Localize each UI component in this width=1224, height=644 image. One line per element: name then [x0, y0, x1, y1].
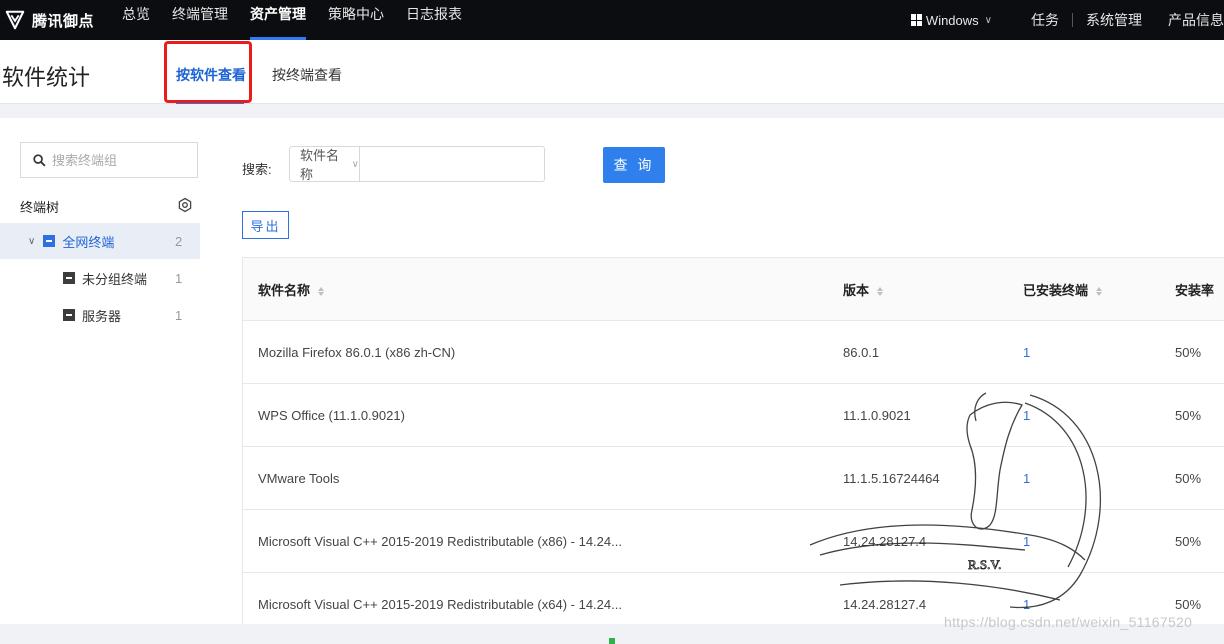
chevron-down-icon[interactable]: ∨ — [28, 236, 35, 247]
install-rate: 50% — [1175, 533, 1202, 549]
installed-count-link[interactable]: 1 — [1023, 345, 1163, 360]
sort-icon[interactable] — [877, 286, 885, 297]
tree-node-label: 未分组终端 — [82, 271, 148, 287]
terminal-group-icon — [63, 272, 75, 284]
os-switch-label: Windows — [925, 12, 979, 28]
installed-count-link[interactable]: 1 — [1023, 597, 1163, 612]
group-search-input[interactable] — [52, 152, 192, 168]
brand-name: 腾讯御点 — [32, 12, 95, 30]
tab-by-software[interactable]: 按软件查看 — [176, 65, 246, 85]
status-marker — [609, 638, 615, 644]
search-label: 搜索: — [242, 162, 272, 177]
sub-header: 软件统计 按软件查看 按终端查看 — [0, 40, 1224, 104]
software-version: 14.24.28127.4 — [843, 596, 927, 612]
software-stats-panel: 搜索: 软件名称 ∨ 查 询 导出 软件名称 版本 已安装终端 安装率 Mozi… — [218, 118, 1224, 624]
column-header-label: 软件名称 — [258, 282, 311, 298]
search-input[interactable] — [360, 147, 544, 181]
chevron-down-icon: ∨ — [351, 158, 359, 170]
software-name: Microsoft Visual C++ 2015-2019 Redistrib… — [258, 533, 622, 549]
software-version: 11.1.0.9021 — [843, 407, 911, 423]
sort-icon[interactable] — [318, 286, 326, 297]
tree-node-all-terminals[interactable]: ∨ 全网终端 2 — [0, 223, 200, 259]
brand-shield-icon — [5, 10, 25, 30]
nav-overview[interactable]: 总览 — [122, 0, 150, 40]
nav-asset-management[interactable]: 资产管理 — [250, 0, 306, 40]
nav-right: Windows ∨ 任务 系统管理 产品信息 — [910, 0, 1224, 40]
os-switch[interactable]: Windows ∨ — [910, 12, 992, 28]
nav-product-info[interactable]: 产品信息 — [1155, 10, 1224, 30]
software-name: WPS Office (11.1.0.9021) — [258, 407, 405, 423]
column-header-software-name[interactable]: 软件名称 — [258, 280, 818, 299]
chevron-down-icon: ∨ — [984, 14, 992, 26]
terminal-group-icon — [43, 235, 56, 247]
nav-log-reports[interactable]: 日志报表 — [406, 0, 462, 40]
tree-node-label: 服务器 — [82, 308, 122, 324]
tree-node-ungrouped[interactable]: 未分组终端 1 — [0, 260, 200, 296]
column-header-install-rate: 安装率 — [1175, 282, 1215, 298]
nav-tasks[interactable]: 任务 — [1018, 10, 1072, 30]
search-icon — [33, 153, 46, 167]
column-header-label: 版本 — [843, 282, 870, 298]
windows-icon — [910, 14, 923, 26]
software-name: Mozilla Firefox 86.0.1 (x86 zh-CN) — [258, 344, 456, 360]
tree-node-servers[interactable]: 服务器 1 — [0, 297, 200, 333]
tree-title: 终端树 — [20, 200, 60, 215]
column-header-installed[interactable]: 已安装终端 — [1023, 280, 1163, 299]
software-name: Microsoft Visual C++ 2015-2019 Redistrib… — [258, 596, 622, 612]
tree-node-label: 全网终端 — [62, 234, 115, 250]
nav-policy-center[interactable]: 策略中心 — [328, 0, 384, 40]
software-version: 11.1.5.16724464 — [843, 470, 940, 486]
active-tab-indicator — [176, 101, 244, 104]
nav-system-management[interactable]: 系统管理 — [1073, 10, 1155, 30]
software-version: 86.0.1 — [843, 344, 880, 360]
table-row: Mozilla Firefox 86.0.1 (x86 zh-CN) 86.0.… — [243, 321, 1224, 384]
install-rate: 50% — [1175, 596, 1202, 612]
installed-count-link[interactable]: 1 — [1023, 408, 1163, 423]
terminal-group-icon — [63, 309, 75, 321]
export-button[interactable]: 导出 — [242, 211, 289, 239]
install-rate: 50% — [1175, 470, 1202, 486]
table-row: VMware Tools 11.1.5.16724464 1 50% — [243, 447, 1224, 510]
page-title: 软件统计 — [2, 65, 91, 90]
software-name: VMware Tools — [258, 470, 340, 486]
search-field-value: 软件名称 — [300, 148, 340, 182]
search-group: 软件名称 ∨ — [289, 146, 545, 182]
nav-terminal-management[interactable]: 终端管理 — [172, 0, 228, 40]
installed-count-link[interactable]: 1 — [1023, 534, 1163, 549]
search-field-select[interactable]: 软件名称 ∨ — [290, 147, 360, 182]
query-button[interactable]: 查 询 — [603, 147, 665, 183]
gear-icon[interactable] — [177, 197, 193, 213]
table-header: 软件名称 版本 已安装终端 安装率 — [243, 258, 1224, 321]
table-row: WPS Office (11.1.0.9021) 11.1.0.9021 1 5… — [243, 384, 1224, 447]
tree-node-count: 1 — [175, 307, 183, 323]
sort-icon[interactable] — [1096, 286, 1104, 297]
tree-node-count: 2 — [175, 233, 183, 249]
software-table: 软件名称 版本 已安装终端 安装率 Mozilla Firefox 86.0.1… — [242, 257, 1224, 624]
source-watermark: https://blog.csdn.net/weixin_51167520 — [944, 614, 1193, 630]
tree-node-count: 1 — [175, 270, 183, 286]
installed-count-link[interactable]: 1 — [1023, 471, 1163, 486]
install-rate: 50% — [1175, 407, 1202, 423]
main-nav: 总览 终端管理 资产管理 策略中心 日志报表 — [122, 0, 484, 40]
brand[interactable]: 腾讯御点 — [0, 9, 122, 31]
install-rate: 50% — [1175, 344, 1202, 360]
software-version: 14.24.28127.4 — [843, 533, 927, 549]
tab-by-terminal[interactable]: 按终端查看 — [272, 65, 342, 85]
group-search-box — [20, 142, 198, 178]
column-header-version[interactable]: 版本 — [843, 280, 993, 299]
table-row: Microsoft Visual C++ 2015-2019 Redistrib… — [243, 510, 1224, 573]
column-header-label: 已安装终端 — [1023, 282, 1089, 298]
terminal-tree-sidebar: 终端树 ∨ 全网终端 2 未分组终端 1 服务器 1 — [0, 118, 218, 624]
top-nav: 腾讯御点 总览 终端管理 资产管理 策略中心 日志报表 Windows ∨ 任务… — [0, 0, 1224, 40]
